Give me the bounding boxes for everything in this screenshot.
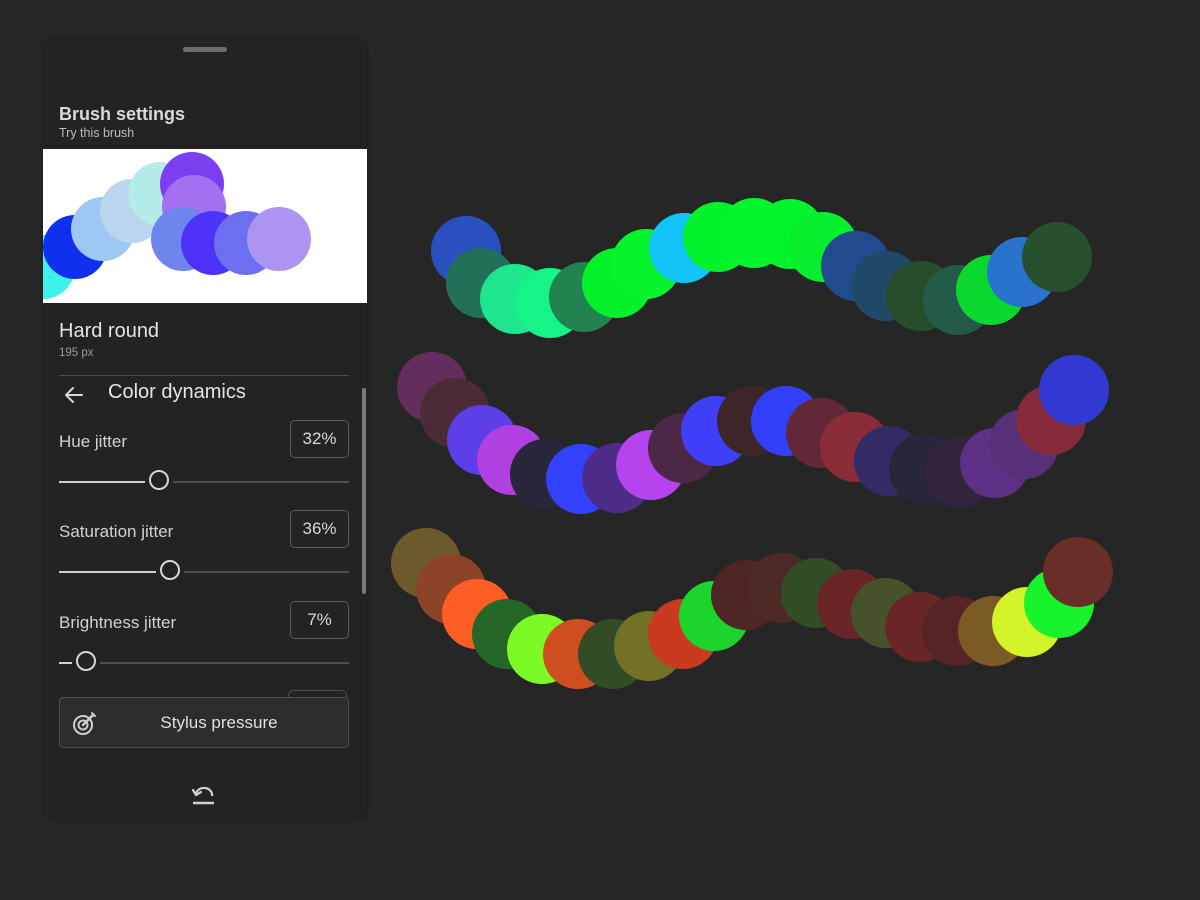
saturation-jitter-slider[interactable] <box>59 560 349 580</box>
stroke-purple <box>397 352 1109 514</box>
stroke-purple-dab-20 <box>1039 355 1109 425</box>
panel-drag-handle[interactable] <box>183 47 227 52</box>
divider <box>59 375 349 376</box>
hue-jitter-control: Hue jitter 32% <box>59 420 349 500</box>
brightness-jitter-control: Brightness jitter 7% <box>59 601 349 681</box>
slider-label: Hue jitter <box>59 432 128 451</box>
reset-button[interactable] <box>190 784 218 808</box>
preview-dab-10 <box>247 207 311 271</box>
stroke-green-dab-18 <box>1022 222 1092 292</box>
saturation-jitter-control: Saturation jitter 36% <box>59 510 349 590</box>
brush-preview-area[interactable] <box>43 149 367 303</box>
back-button[interactable] <box>59 380 89 410</box>
scrollbar[interactable] <box>362 388 366 594</box>
slider-label: Brightness jitter <box>59 613 177 632</box>
arrow-left-icon <box>65 387 83 403</box>
slider-label: Saturation jitter <box>59 522 174 541</box>
brush-size: 195 px <box>59 347 94 359</box>
stylus-pressure-label: Stylus pressure <box>160 713 278 732</box>
stroke-earth-dab-20 <box>1043 537 1113 607</box>
slider-thumb[interactable] <box>160 560 181 580</box>
slider-fill <box>59 481 145 483</box>
brush-settings-panel: Brush settings Try this brush Hard round… <box>43 40 367 818</box>
slider-track <box>100 662 349 664</box>
slider-track <box>172 481 349 483</box>
slider-track <box>184 571 349 573</box>
slider-fill <box>59 571 157 573</box>
brightness-jitter-slider[interactable] <box>59 651 349 671</box>
reset-icon <box>191 786 214 805</box>
stroke-earth <box>391 528 1113 689</box>
hue-jitter-value-field[interactable]: 32% <box>290 420 349 458</box>
stylus-pressure-button[interactable]: Stylus pressure <box>59 697 349 748</box>
saturation-jitter-value-field[interactable]: 36% <box>290 510 349 548</box>
hue-jitter-slider[interactable] <box>59 470 349 490</box>
panel-title: Brush settings <box>59 104 186 124</box>
section-title: Color dynamics <box>108 381 246 403</box>
slider-thumb[interactable] <box>76 651 97 671</box>
preview-stroke <box>43 152 311 299</box>
panel-subtitle: Try this brush <box>59 126 135 140</box>
slider-fill <box>59 662 73 664</box>
stroke-green <box>431 198 1092 338</box>
slider-thumb[interactable] <box>148 470 169 490</box>
brush-name: Hard round <box>59 320 160 342</box>
brightness-jitter-value-field[interactable]: 7% <box>290 601 349 639</box>
